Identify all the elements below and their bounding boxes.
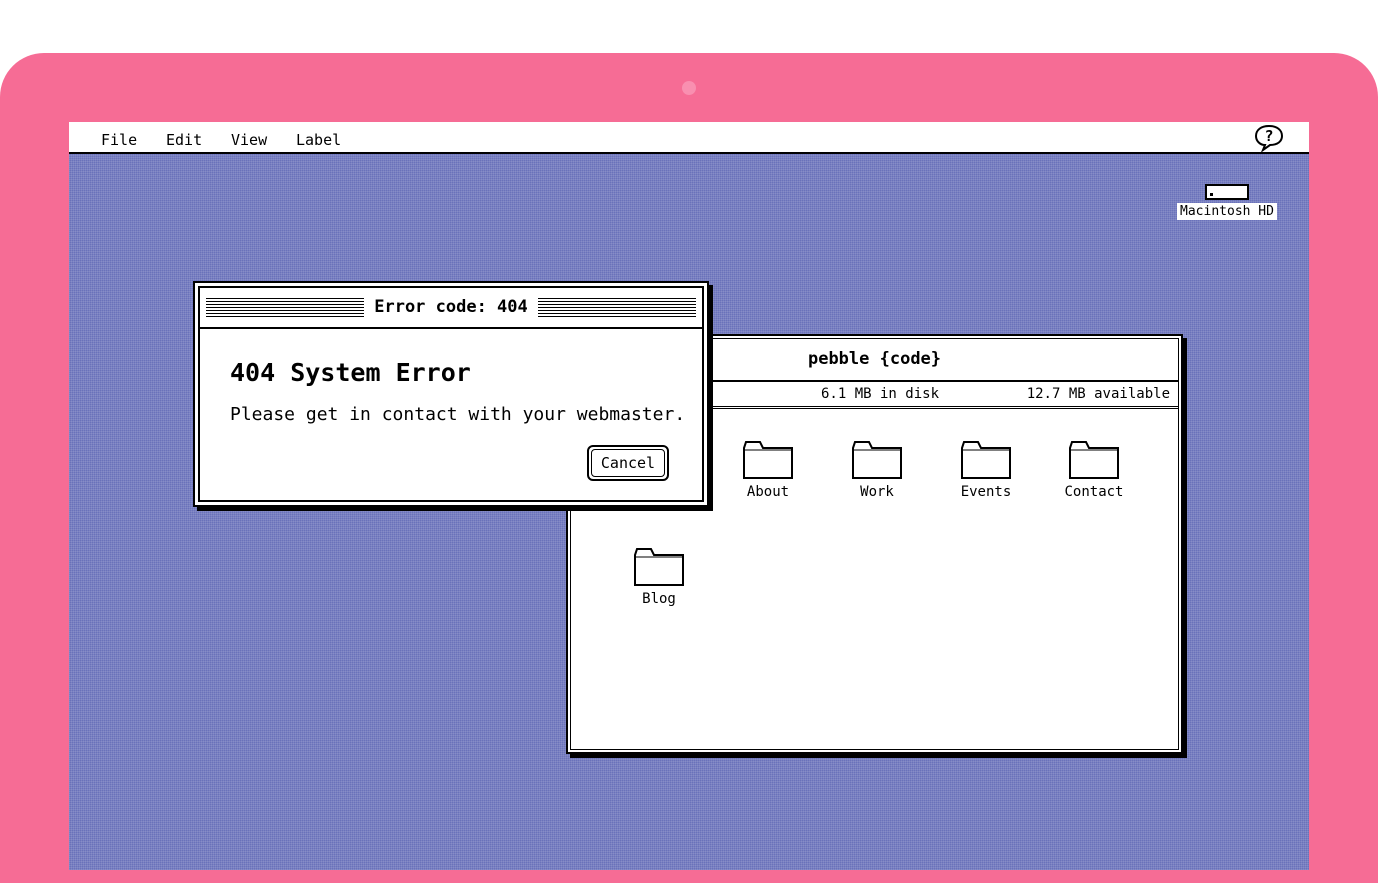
disk-available-text: 12.7 MB available	[1026, 386, 1170, 402]
folder-events[interactable]: Events	[941, 440, 1031, 500]
folder-label: Blog	[642, 591, 676, 607]
folder-label: Events	[960, 484, 1012, 500]
menu-file[interactable]: File	[101, 131, 137, 149]
folder-label: About	[746, 484, 790, 500]
error-dialog: Error code: 404 404 System Error Please …	[193, 281, 709, 507]
camera-dot	[682, 81, 696, 95]
folder-contact[interactable]: Contact	[1049, 440, 1139, 500]
dialog-title: Error code: 404	[364, 297, 538, 317]
folder-work[interactable]: Work	[832, 440, 922, 500]
dialog-title-bar[interactable]: Error code: 404	[200, 288, 702, 329]
disk-used-text: 6.1 MB in disk	[821, 386, 940, 402]
folder-icon	[1069, 441, 1119, 479]
folder-blog[interactable]: Blog	[614, 547, 704, 607]
menu-edit[interactable]: Edit	[166, 131, 202, 149]
folder-icon	[634, 548, 684, 586]
folder-label: Work	[860, 484, 894, 500]
hard-disk-icon	[1205, 184, 1249, 200]
macintosh-hd-disk[interactable]: Macintosh HD	[1177, 184, 1277, 220]
folder-icon	[961, 441, 1011, 479]
cancel-button[interactable]: Cancel	[587, 445, 669, 481]
error-heading: 404 System Error	[230, 358, 471, 387]
cancel-button-label: Cancel	[591, 449, 665, 477]
folder-icon	[852, 441, 902, 479]
menu-view[interactable]: View	[231, 131, 267, 149]
svg-text:?: ?	[1264, 127, 1273, 145]
folder-label: Contact	[1064, 484, 1124, 500]
menu-label[interactable]: Label	[296, 131, 341, 149]
menu-bar: File Edit View Label ?	[69, 122, 1309, 154]
disk-label: Macintosh HD	[1177, 203, 1277, 220]
folder-about[interactable]: About	[723, 440, 813, 500]
desktop-screen: File Edit View Label ? Macintosh HD pebb…	[69, 122, 1309, 870]
error-message: Please get in contact with your webmaste…	[230, 404, 686, 425]
folder-icon	[743, 441, 793, 479]
help-question-icon[interactable]: ?	[1253, 124, 1285, 152]
